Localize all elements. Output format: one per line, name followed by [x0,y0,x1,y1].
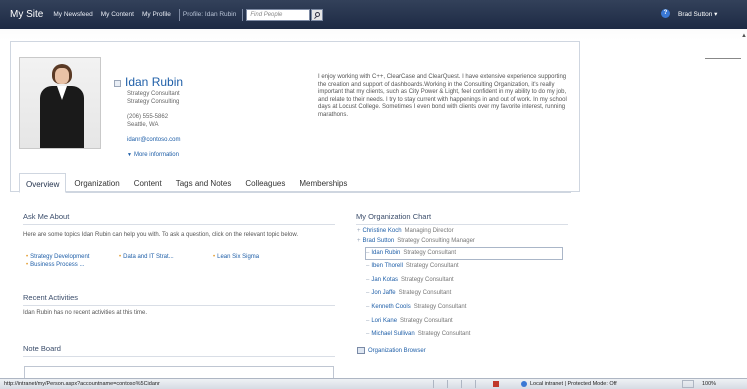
find-people-input[interactable]: Find People [246,8,311,21]
org-peer-row[interactable]: – Jan Kotas Strategy Consultant [366,277,454,283]
ask-me-about-title: Ask Me About [23,212,70,221]
globe-icon [521,381,527,387]
profile-panel: Idan Rubin Strategy Consultant Strategy … [10,41,580,193]
note-board-title: Note Board [23,344,61,353]
nav-separator [242,8,244,21]
divider [23,356,335,357]
divider [23,224,335,225]
person-location: Seattle, WA [127,122,159,128]
person-phone: (206) 555-5862 [127,114,169,120]
topic-link[interactable]: • Lean Six Sigma [213,254,259,260]
search-button[interactable] [311,8,324,21]
nav-my-content[interactable]: My Content [101,11,134,18]
user-menu[interactable]: Brad Sutton ▾ [678,10,717,18]
person-department: Strategy Consulting [127,99,180,105]
tab-tags-and-notes[interactable]: Tags and Notes [170,173,238,193]
org-peer-row[interactable]: – Lori Kane Strategy Consultant [366,318,453,324]
zoom-button[interactable] [682,380,694,388]
nav-my-profile[interactable]: My Profile [142,11,171,18]
recent-activities-title: Recent Activities [23,293,79,302]
org-chart-title: My Organization Chart [356,212,432,221]
topic-link[interactable]: • Data and IT Strat... [119,254,174,260]
tab-overview[interactable]: Overview [19,173,67,193]
org-manager-row[interactable]: + Brad Sutton Strategy Consulting Manager [357,238,475,244]
topic-link[interactable]: • Strategy Development [26,254,89,260]
organization-browser-link[interactable]: Organization Browser [368,348,426,354]
nav-my-newsfeed[interactable]: My Newsfeed [53,11,92,18]
org-peer-row[interactable]: – Kenneth Cools Strategy Consultant [366,304,466,310]
zoom-level[interactable]: 100% [702,381,716,387]
org-peer-row[interactable]: – Idan Rubin Strategy Consultant [366,250,456,256]
recent-activities-text: Idan Rubin has no recent activities at t… [23,310,148,316]
org-peer-row[interactable]: – Michael Sullivan Strategy Consultant [366,331,470,337]
divider [23,305,335,306]
more-information-link[interactable]: ▼ More information [127,152,179,158]
org-peer-row[interactable]: – Iben Thorell Strategy Consultant [366,263,459,269]
site-title[interactable]: My Site [10,9,43,20]
email-link[interactable]: idanr@contoso.com [127,137,180,143]
profile-photo [19,57,101,149]
tab-organization[interactable]: Organization [68,173,125,193]
security-icon[interactable] [493,381,499,387]
presence-status-icon[interactable] [114,80,121,87]
topic-link[interactable]: • Business Process ... [26,262,84,268]
profile-tabs: Overview Organization Content Tags and N… [19,173,571,193]
tab-memberships[interactable]: Memberships [293,173,353,193]
divider [356,224,568,225]
about-me-text: I enjoy working with C++, ClearCase and … [318,74,567,118]
person-name: Idan Rubin [125,75,184,89]
org-browser-icon [357,347,365,354]
ask-me-about-intro: Here are some topics Idan Rubin can help… [23,232,299,238]
tab-content[interactable]: Content [128,173,168,193]
breadcrumb[interactable]: Profile: Idan Rubin [183,11,236,18]
nav-separator [178,8,180,21]
tab-colleagues[interactable]: Colleagues [239,173,291,193]
top-navigation-bar: My Site My Newsfeed My Content My Profil… [0,0,747,29]
status-url: http://intranet/my/Person.aspx?accountna… [4,381,160,387]
scroll-up-icon[interactable]: ▲ [741,33,747,39]
browser-status-bar: http://intranet/my/Person.aspx?accountna… [0,378,747,389]
person-title: Strategy Consultant [127,91,180,97]
page: My Site My Newsfeed My Content My Profil… [0,0,747,389]
help-icon[interactable]: ? [661,9,670,18]
security-zone-text[interactable]: Local intranet | Protected Mode: Off [530,381,617,387]
divider [705,58,741,59]
org-manager-row[interactable]: + Christine Koch Managing Director [357,228,454,234]
chevron-down-icon: ▼ [127,152,132,158]
org-peer-row[interactable]: – Jon Jaffe Strategy Consultant [366,290,451,296]
